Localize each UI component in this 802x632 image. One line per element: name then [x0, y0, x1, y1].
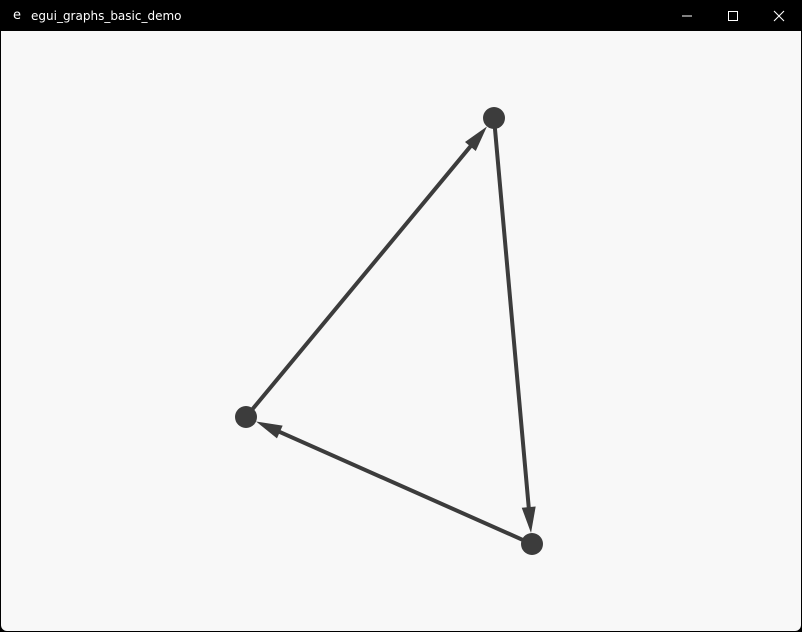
edge-arrowhead — [521, 506, 536, 534]
app-icon: e — [13, 7, 21, 23]
graph-node[interactable] — [521, 533, 543, 555]
graph-node[interactable] — [235, 406, 257, 428]
edge-arrowhead — [256, 421, 283, 439]
close-button[interactable] — [756, 0, 802, 31]
graph-view[interactable] — [1, 31, 801, 631]
minimize-button[interactable] — [664, 0, 710, 31]
graph-canvas[interactable] — [1, 31, 801, 631]
close-icon — [773, 10, 785, 21]
window-title: egui_graphs_basic_demo — [31, 8, 182, 23]
app-window: e egui_graphs_basic_demo — [0, 0, 802, 632]
graph-edge — [275, 429, 524, 542]
window-controls — [664, 0, 802, 31]
minimize-icon — [682, 15, 692, 16]
maximize-icon — [728, 10, 738, 21]
nodes-layer — [235, 107, 543, 555]
graph-node[interactable] — [483, 107, 505, 129]
edges-layer — [251, 126, 536, 542]
title-bar[interactable]: e egui_graphs_basic_demo — [0, 0, 802, 31]
graph-edge — [251, 142, 474, 411]
graph-edge — [492, 126, 531, 512]
maximize-button[interactable] — [710, 0, 756, 31]
